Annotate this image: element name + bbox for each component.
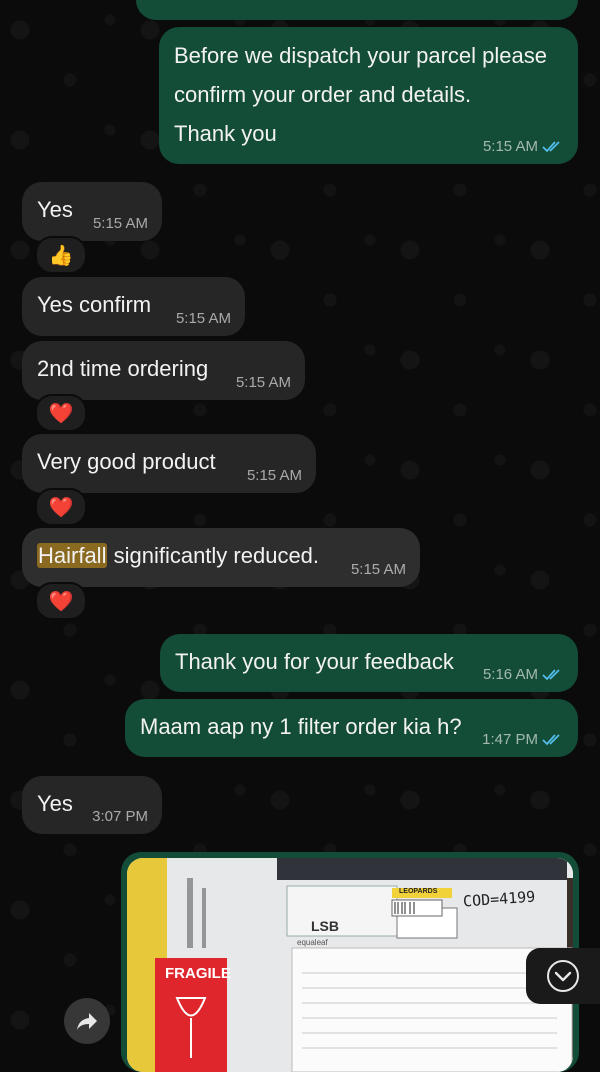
reaction-heart[interactable]: ❤️ bbox=[35, 582, 87, 620]
message-incoming-2nd-time[interactable]: 2nd time ordering 5:15 AM bbox=[22, 341, 305, 400]
message-time: 3:07 PM bbox=[92, 808, 148, 825]
reaction-heart[interactable]: ❤️ bbox=[35, 488, 87, 526]
message-time: 5:15 AM bbox=[175, 310, 231, 327]
forward-icon bbox=[77, 1013, 97, 1030]
message-text: Thank you for your feedback bbox=[175, 649, 454, 674]
read-ticks-icon bbox=[542, 141, 560, 153]
message-incoming-very-good[interactable]: Very good product 5:15 AM bbox=[22, 434, 316, 493]
message-outgoing-dispatch[interactable]: Before we dispatch your parcel please co… bbox=[159, 27, 578, 164]
message-incoming-yes-2[interactable]: Yes 3:07 PM bbox=[22, 776, 162, 834]
message-text: 2nd time ordering bbox=[37, 356, 209, 381]
message-meta: 5:15 AM bbox=[483, 138, 564, 156]
message-text: Maam aap ny 1 filter order kia h? bbox=[140, 714, 462, 739]
message-time: 5:15 AM bbox=[235, 374, 291, 391]
heart-icon: ❤️ bbox=[48, 590, 74, 613]
message-meta: 1:47 PM bbox=[482, 731, 564, 749]
message-text: Yes confirm bbox=[37, 292, 152, 317]
destination-code: LSB bbox=[311, 918, 339, 934]
message-meta: 5:15 AM bbox=[236, 374, 291, 392]
message-text: Yes bbox=[37, 197, 73, 222]
message-text: Yes bbox=[37, 791, 73, 816]
message-time: 5:15 AM bbox=[246, 467, 302, 484]
message-text: Very good product bbox=[37, 449, 216, 474]
read-ticks-icon bbox=[542, 734, 560, 746]
brand-label: equaleaf bbox=[297, 938, 328, 947]
message-outgoing-thanks[interactable]: Thank you for your feedback 5:16 AM bbox=[160, 634, 578, 692]
message-meta: 5:15 AM bbox=[93, 215, 148, 233]
message-incoming-yes[interactable]: Yes 5:15 AM bbox=[22, 182, 162, 241]
read-ticks-icon bbox=[542, 669, 560, 681]
reaction-thumbs-up[interactable]: 👍 bbox=[35, 236, 87, 274]
message-text: Before we dispatch your parcel please co… bbox=[174, 43, 547, 146]
heart-icon: ❤️ bbox=[48, 402, 74, 425]
message-meta: 3:07 PM bbox=[92, 808, 148, 826]
message-incoming-hairfall[interactable]: Hairfall significantly reduced. 5:15 AM bbox=[22, 528, 420, 587]
scroll-down-icon bbox=[547, 960, 579, 992]
message-outgoing-filter-question[interactable]: Maam aap ny 1 filter order kia h? 1:47 P… bbox=[125, 699, 578, 757]
message-meta: 5:15 AM bbox=[247, 467, 302, 485]
heart-icon: ❤️ bbox=[48, 496, 74, 519]
forward-button[interactable] bbox=[64, 998, 110, 1044]
message-time: 5:15 AM bbox=[482, 138, 538, 155]
message-outgoing-photo[interactable]: FRAGILE COD=4199 LSB LEOPARDS equaleaf bbox=[121, 852, 579, 1072]
scroll-down-button[interactable] bbox=[526, 948, 600, 1004]
message-time: 5:16 AM bbox=[482, 666, 538, 683]
fragile-label: FRAGILE bbox=[165, 965, 231, 982]
message-time: 5:15 AM bbox=[350, 561, 406, 578]
message-time: 1:47 PM bbox=[482, 731, 538, 748]
courier-label: LEOPARDS bbox=[399, 888, 438, 895]
thumbs-up-icon: 👍 bbox=[48, 244, 74, 267]
message-meta: 5:16 AM bbox=[483, 666, 564, 684]
reaction-heart[interactable]: ❤️ bbox=[35, 394, 87, 432]
message-meta: 5:15 AM bbox=[351, 561, 406, 579]
message-text: Hairfall significantly reduced. bbox=[37, 543, 320, 568]
previous-message-bubble[interactable] bbox=[136, 0, 578, 20]
message-meta: 5:15 AM bbox=[176, 310, 231, 328]
parcel-photo[interactable]: FRAGILE COD=4199 LSB LEOPARDS equaleaf bbox=[127, 858, 573, 1072]
message-incoming-yes-confirm[interactable]: Yes confirm 5:15 AM bbox=[22, 277, 245, 336]
search-highlight: Hairfall bbox=[37, 543, 108, 568]
message-time: 5:15 AM bbox=[92, 215, 148, 232]
